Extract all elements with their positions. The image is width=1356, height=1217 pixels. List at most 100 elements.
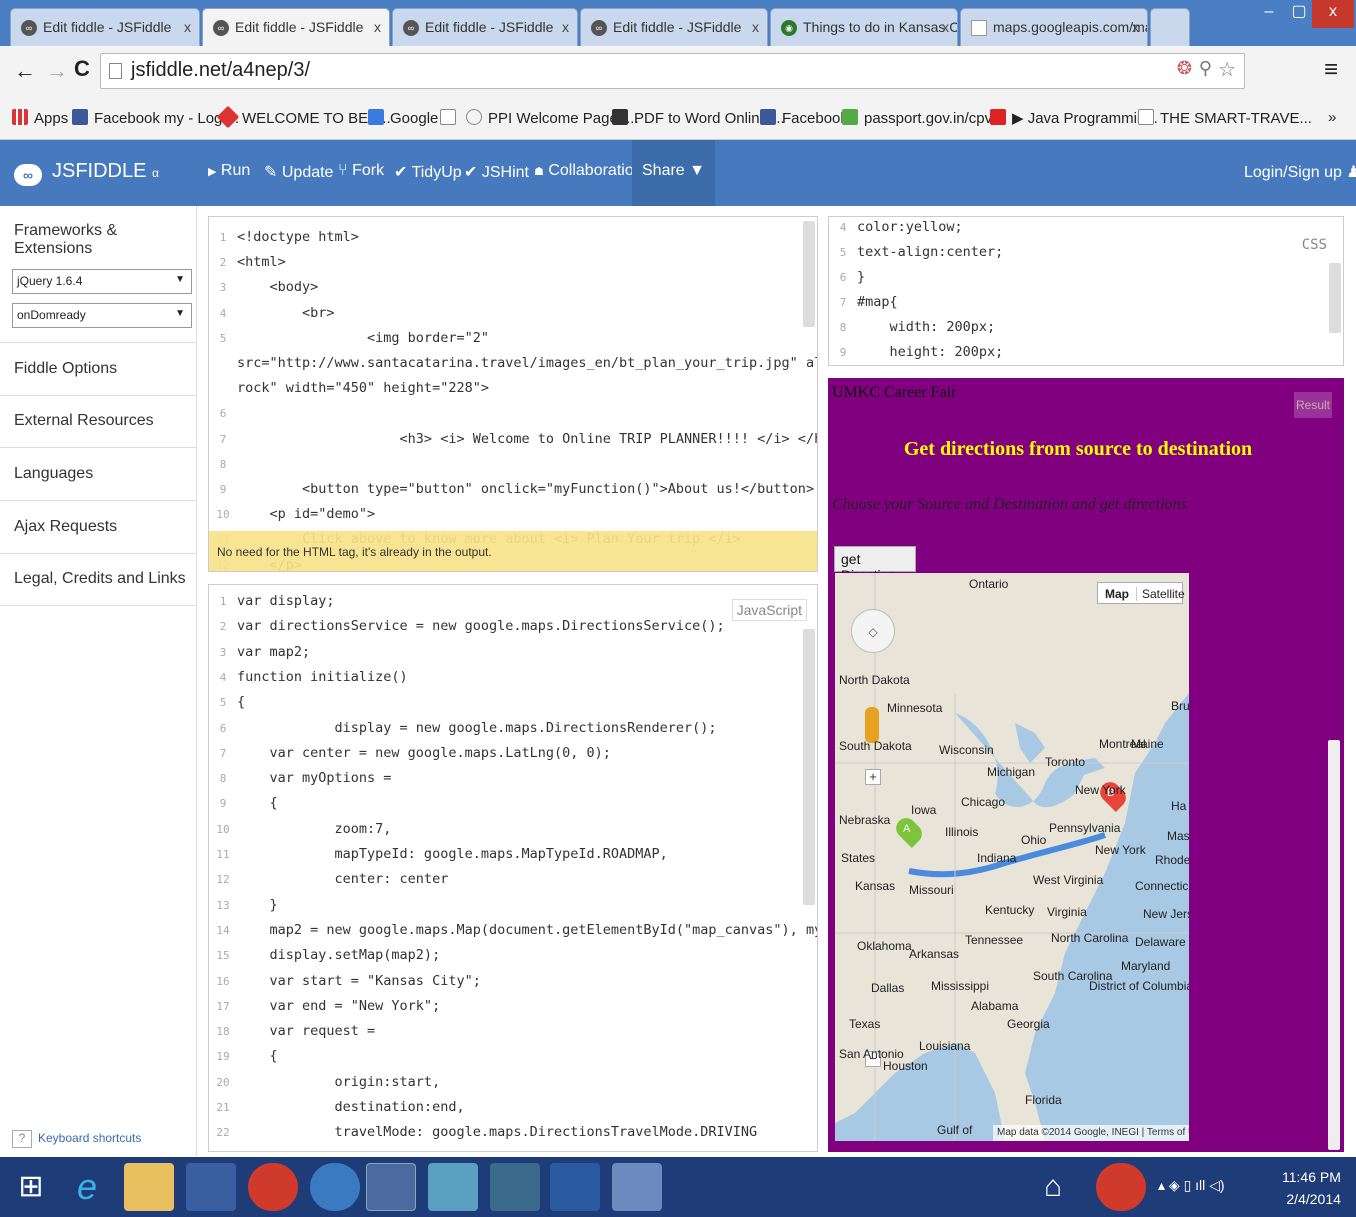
code-line[interactable]: 19 {	[209, 1048, 277, 1073]
code-line[interactable]: 20 origin:start,	[209, 1074, 440, 1099]
code-line[interactable]: 15 display.setMap(map2);	[209, 947, 440, 972]
code-line[interactable]: 12 center: center	[209, 871, 448, 896]
keyboard-shortcuts-link[interactable]: ? Keyboard shortcuts	[12, 1130, 141, 1148]
bookmark-item[interactable]: ▶ Java Programmin...	[990, 109, 1158, 127]
bookmark-item[interactable]: PDF to Word Online ...	[612, 109, 785, 127]
fork-button[interactable]: ⑂ Fork	[338, 162, 384, 180]
code-line[interactable]: 9 <button type="button" onclick="myFunct…	[209, 481, 814, 506]
frameworks-heading[interactable]: Frameworks & Extensions	[14, 222, 196, 258]
code-line[interactable]: 1 <!doctype html>	[209, 229, 359, 254]
terms-of-use-link[interactable]: Terms of Use	[1147, 1127, 1189, 1138]
bookmarks-more-icon[interactable]: »	[1328, 109, 1336, 126]
jshint-button[interactable]: ✔ JSHint	[464, 162, 529, 182]
code-line[interactable]: 7 <h3> <i> Welcome to Online TRIP PLANNE…	[209, 431, 817, 456]
bookmark-star-icon[interactable]: ☆	[1218, 57, 1236, 82]
code-line[interactable]: src="http://www.santacatarina.travel/ima…	[209, 355, 817, 380]
result-panel[interactable]: UMKC Career Fair Result Get directions f…	[828, 378, 1344, 1152]
code-line[interactable]: 22 travelMode: google.maps.DirectionsTra…	[209, 1124, 757, 1149]
code-line[interactable]: 6	[209, 405, 237, 430]
code-line[interactable]: 3 <body>	[209, 279, 319, 304]
get-direction-button[interactable]: get Direction	[834, 546, 916, 583]
code-line[interactable]: 7 var center = new google.maps.LatLng(0,…	[209, 745, 611, 770]
bookmark-item[interactable]: WELCOME TO BEA...	[216, 105, 391, 129]
map-pan-control[interactable]: ◇	[851, 609, 895, 653]
close-tab-icon[interactable]: x	[374, 19, 381, 35]
browser-tab-active[interactable]: ∞ Edit fiddle - JSFiddle x	[202, 8, 390, 46]
bookmark-item[interactable]: THE SMART-TRAVE...	[1138, 109, 1312, 127]
bookmark-folder-icon[interactable]	[440, 109, 462, 127]
code-line[interactable]: 4 <br>	[209, 305, 335, 330]
code-line[interactable]: 4 function initialize()	[209, 669, 408, 694]
map-canvas[interactable]: Map Satellite ◇ + − A B Ontario North Dak…	[835, 573, 1189, 1141]
chrome-icon[interactable]	[366, 1163, 416, 1211]
vertical-scrollbar[interactable]	[803, 221, 815, 327]
code-line[interactable]: 5 text-align:center;	[829, 244, 1004, 269]
map-type-control[interactable]: Map Satellite	[1097, 582, 1185, 604]
code-line[interactable]: 21 destination:end,	[209, 1099, 464, 1124]
code-line[interactable]: 18 var request =	[209, 1023, 375, 1048]
close-tab-icon[interactable]: x	[1132, 19, 1139, 35]
sidebar-item-external-resources[interactable]: External Resources	[0, 396, 197, 448]
pegman-icon[interactable]	[865, 707, 879, 743]
code-line[interactable]: 5 <img border="2"	[209, 330, 489, 355]
file-explorer-icon[interactable]	[124, 1163, 174, 1211]
sidebar-item-fiddle-options[interactable]: Fiddle Options	[0, 344, 197, 396]
vertical-scrollbar[interactable]	[1329, 263, 1341, 333]
sidebar-item-legal[interactable]: Legal, Credits and Links	[0, 554, 197, 606]
zoom-icon[interactable]: ⚲	[1199, 58, 1212, 79]
sidebar-item-ajax-requests[interactable]: Ajax Requests	[0, 502, 197, 554]
app-icon[interactable]	[310, 1163, 360, 1211]
login-button[interactable]: Login/Sign up ♟	[1244, 162, 1356, 182]
code-line[interactable]: 2 <html>	[209, 254, 286, 279]
paint-icon[interactable]	[612, 1163, 662, 1211]
map-type-map-button[interactable]: Map	[1105, 587, 1129, 601]
code-line[interactable]: 7 #map{	[829, 294, 898, 319]
code-line[interactable]: 8	[209, 456, 237, 481]
browser-tab[interactable]: ◉ Things to do in Kansas Cit x	[770, 8, 958, 46]
browser-tab[interactable]: ∞ Edit fiddle - JSFiddle x	[10, 8, 200, 46]
jsfiddle-logo[interactable]: ∞ JSFIDDLE α	[14, 160, 159, 186]
reload-icon[interactable]: C	[74, 56, 90, 82]
app-icon[interactable]	[1096, 1163, 1146, 1211]
app-icon[interactable]	[428, 1163, 478, 1211]
code-line[interactable]: 4 color:yellow;	[829, 219, 963, 244]
code-line[interactable]: 3 var map2;	[209, 644, 310, 669]
framework-select[interactable]: jQuery 1.6.4 ▼	[12, 269, 192, 294]
code-line[interactable]: 9 {	[209, 795, 278, 820]
code-line[interactable]: 10 zoom:7,	[209, 821, 391, 846]
menu-icon[interactable]: ≡	[1324, 56, 1338, 84]
code-line[interactable]: 14 map2 = new google.maps.Map(document.g…	[209, 922, 817, 947]
javascript-editor-panel[interactable]: 1 var display; 2 var directionsService = ne…	[208, 584, 818, 1152]
code-line[interactable]: 10 <p id="demo">	[209, 506, 375, 531]
code-line[interactable]: 8 var myOptions =	[209, 770, 392, 795]
code-line[interactable]: 13 }	[209, 897, 277, 922]
code-line[interactable]: 11 mapTypeId: google.maps.MapTypeId.ROAD…	[209, 846, 667, 871]
cloud-app-icon[interactable]	[248, 1163, 298, 1211]
code-line[interactable]: rock" width="450" height="228">	[209, 380, 489, 405]
close-tab-icon[interactable]: x	[942, 19, 949, 35]
zoom-in-button[interactable]: +	[865, 769, 881, 785]
load-mode-select[interactable]: onDomready ▼	[12, 303, 192, 328]
code-line[interactable]: 17 var end = "New York";	[209, 998, 440, 1023]
html-editor-panel[interactable]: 1 <!doctype html> 2 <html> 3 <body> 4 <br> 5 <…	[208, 216, 818, 572]
tray-icons[interactable]: ▴ ◈ ▯ ıll ◁)	[1158, 1177, 1225, 1194]
css-editor-panel[interactable]: 4 color:yellow; 5 text-align:center; 6} 7 #map…	[828, 216, 1344, 366]
share-button[interactable]: Share ▼	[632, 140, 715, 206]
browser-tab[interactable]: ∞ Edit fiddle - JSFiddle x	[392, 8, 578, 46]
home-icon[interactable]: ⌂	[1028, 1163, 1078, 1211]
update-button[interactable]: ✎ Update	[264, 162, 333, 182]
collaboration-button[interactable]: ☗ Collaboration	[534, 162, 643, 180]
code-line[interactable]: 6 display = new google.maps.DirectionsRe…	[209, 720, 717, 745]
minimize-icon[interactable]: –	[1254, 0, 1284, 28]
forward-icon[interactable]: →	[46, 58, 68, 84]
code-line[interactable]: 8 width: 200px;	[829, 319, 995, 344]
code-line[interactable]: 1 var display;	[209, 593, 335, 618]
extension-icon[interactable]: ❂	[1177, 58, 1192, 79]
browser-tab[interactable]: maps.googleapis.com/ma x	[960, 8, 1148, 46]
code-line[interactable]: 16 var start = "Kansas City";	[209, 973, 480, 998]
vertical-scrollbar[interactable]	[1328, 740, 1340, 1150]
close-tab-icon[interactable]: x	[752, 19, 759, 35]
close-tab-icon[interactable]: x	[562, 19, 569, 35]
close-window-icon[interactable]: x	[1312, 0, 1354, 28]
lenovo-icon[interactable]	[186, 1163, 236, 1211]
